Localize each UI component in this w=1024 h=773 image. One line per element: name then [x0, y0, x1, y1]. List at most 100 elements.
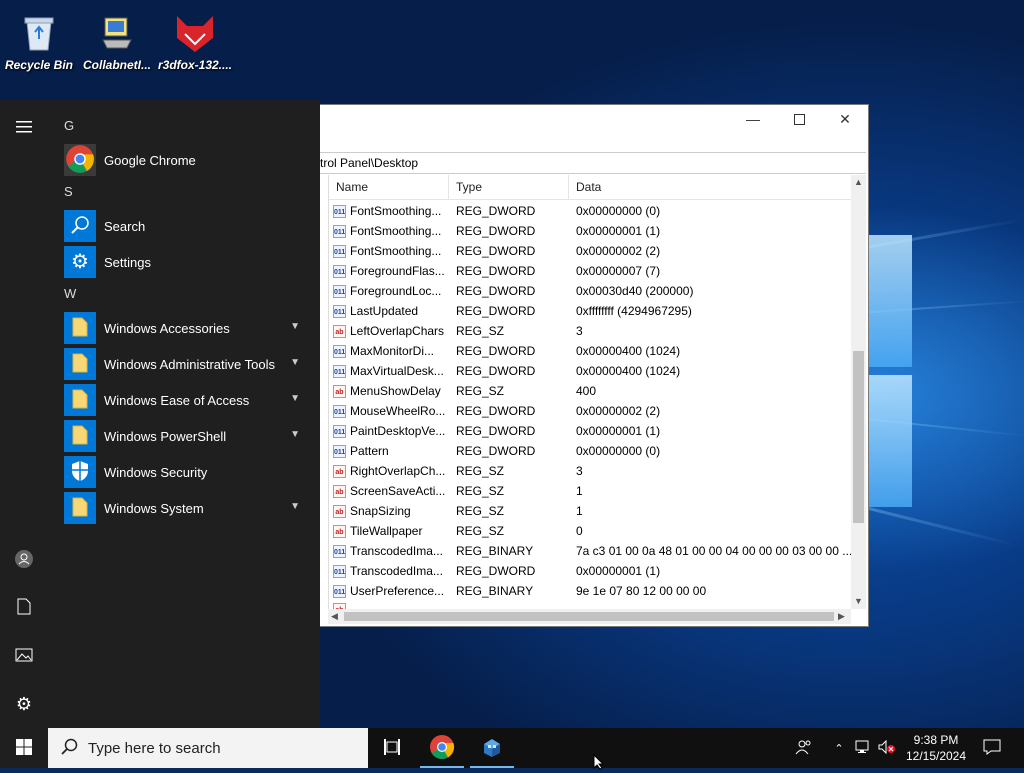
value-data-cell: 0xffffffff (4294967295): [576, 304, 692, 318]
taskbar-regedit-button[interactable]: [468, 728, 516, 768]
group-letter-s[interactable]: S: [64, 184, 73, 199]
binary-value-icon: 011: [333, 564, 346, 578]
group-letter-w[interactable]: W: [64, 286, 76, 301]
table-row[interactable]: 011 ForegroundFlas... REG_DWORD 0x00000007 …: [329, 261, 851, 281]
pictures-button[interactable]: [0, 636, 48, 676]
table-row[interactable]: 011 TranscodedIma... REG_BINARY 7a c3 01 00…: [329, 541, 851, 561]
close-button[interactable]: ✕: [822, 105, 868, 133]
table-row[interactable]: 011 MaxMonitorDi... REG_DWORD 0x00000400 (1…: [329, 341, 851, 361]
value-data-cell: 0x00000001 (1): [576, 224, 661, 238]
app-tile: [64, 348, 96, 380]
start-app-settings[interactable]: ⚙ Settings: [64, 246, 310, 278]
address-bar[interactable]: trol Panel\Desktop: [320, 152, 866, 174]
app-label: Windows Security: [104, 464, 208, 480]
string-value-icon: ab: [333, 484, 346, 498]
maximize-button[interactable]: [776, 105, 822, 133]
start-app-search[interactable]: Search: [64, 210, 310, 242]
table-row[interactable]: 011 MouseWheelRo... REG_DWORD 0x00000002 (2…: [329, 401, 851, 421]
value-name-cell: ab RightOverlapCh...: [329, 464, 449, 478]
table-row[interactable]: ab RightOverlapCh... REG_SZ 3: [329, 461, 851, 481]
column-header-type[interactable]: Type: [449, 175, 569, 199]
table-row[interactable]: 011 FontSmoothing... REG_DWORD 0x00000001 (…: [329, 221, 851, 241]
table-row[interactable]: ab SnapSizing REG_SZ 1: [329, 501, 851, 521]
table-row[interactable]: ab TileWallpaper REG_SZ 0: [329, 521, 851, 541]
gear-icon: ⚙: [15, 693, 33, 714]
table-row[interactable]: 011 Pattern REG_DWORD 0x00000000 (0): [329, 441, 851, 461]
scroll-right-icon[interactable]: ▶: [838, 611, 845, 622]
start-app-windows-accessories[interactable]: Windows Accessories ▼: [64, 312, 310, 344]
windows-logo-glow: [868, 235, 916, 515]
desktop-icon-label: Recycle Bin: [4, 58, 74, 72]
value-type-cell: REG_DWORD: [456, 344, 536, 358]
table-row[interactable]: ab ScreenSaveActi... REG_SZ 1: [329, 481, 851, 501]
value-name: LastUpdated: [350, 304, 419, 318]
start-app-windows-ease-of-access[interactable]: Windows Ease of Access ▼: [64, 384, 310, 416]
table-row[interactable]: 011 LastUpdated REG_DWORD 0xffffffff (42949…: [329, 301, 851, 321]
expand-menu-button[interactable]: [0, 108, 48, 148]
string-value-icon: ab: [333, 524, 346, 538]
minimize-icon: —: [746, 111, 760, 127]
network-button[interactable]: [852, 728, 874, 768]
start-app-windows-administrative-tools[interactable]: Windows Administrative Tools ▼: [64, 348, 310, 380]
start-app-windows-powershell[interactable]: Windows PowerShell ▼: [64, 420, 310, 452]
table-row[interactable]: 011 FontSmoothing... REG_DWORD 0x00000002 (…: [329, 241, 851, 261]
column-header-name[interactable]: Name: [329, 175, 449, 199]
chevron-down-icon[interactable]: ▼: [290, 393, 300, 404]
horizontal-scrollbar[interactable]: ◀ ▶: [328, 609, 851, 624]
chevron-down-icon[interactable]: ▼: [290, 501, 300, 512]
table-row[interactable]: ab LeftOverlapChars REG_SZ 3: [329, 321, 851, 341]
partial-row[interactable]: ab: [329, 599, 851, 609]
table-row[interactable]: 011 MaxVirtualDesk... REG_DWORD 0x00000400 …: [329, 361, 851, 381]
taskbar-search-box[interactable]: Type here to search: [48, 728, 368, 768]
start-app-windows-security[interactable]: Windows Security: [64, 456, 310, 488]
volume-button[interactable]: [876, 728, 898, 768]
settings-rail-button[interactable]: ⚙: [0, 684, 48, 724]
binary-value-icon: 011: [333, 304, 346, 318]
value-name: TranscodedIma...: [350, 544, 443, 558]
value-data-cell: 1: [576, 504, 583, 518]
value-name: TranscodedIma...: [350, 564, 443, 578]
table-row[interactable]: 011 FontSmoothing... REG_DWORD 0x00000000 (…: [329, 201, 851, 221]
desktop-icon-r3dfox[interactable]: r3dfox-132....: [156, 8, 234, 72]
value-data-cell: 0x00000000 (0): [576, 204, 661, 218]
chevron-down-icon[interactable]: ▼: [290, 321, 300, 332]
show-hidden-icons-button[interactable]: ⌃: [830, 728, 848, 768]
search-icon: [60, 738, 78, 759]
shield-icon: [70, 460, 90, 485]
desktop-icon-collabnet[interactable]: CollabnetI...: [78, 8, 156, 72]
recycle-bin-icon: [17, 10, 61, 54]
column-header-data[interactable]: Data: [569, 175, 851, 199]
scroll-up-icon[interactable]: ▲: [854, 177, 863, 187]
table-row[interactable]: 011 TranscodedIma... REG_DWORD 0x00000001 (…: [329, 561, 851, 581]
table-row[interactable]: 011 ForegroundLoc... REG_DWORD 0x00030d40 (…: [329, 281, 851, 301]
binary-value-icon: 011: [333, 424, 346, 438]
minimize-button[interactable]: —: [730, 105, 776, 133]
chevron-down-icon[interactable]: ▼: [290, 429, 300, 440]
value-type-cell: REG_DWORD: [456, 284, 536, 298]
value-name: Pattern: [350, 444, 389, 458]
group-letter-g[interactable]: G: [64, 118, 74, 133]
desktop-icon-recycle-bin[interactable]: Recycle Bin: [0, 8, 78, 72]
clock[interactable]: 9:38 PM 12/15/2024: [898, 732, 974, 764]
action-center-button[interactable]: [980, 728, 1004, 768]
value-data-cell: 0x00000002 (2): [576, 244, 661, 258]
taskbar-chrome-button[interactable]: [418, 728, 466, 768]
scroll-left-icon[interactable]: ◀: [331, 611, 338, 622]
vertical-scroll-thumb[interactable]: [853, 351, 864, 523]
table-row[interactable]: 011 UserPreference... REG_BINARY 9e 1e 07 8…: [329, 581, 851, 601]
title-bar[interactable]: — ✕: [320, 105, 868, 151]
horizontal-scroll-thumb[interactable]: [344, 612, 834, 621]
start-app-windows-system[interactable]: Windows System ▼: [64, 492, 310, 524]
start-app-google-chrome[interactable]: Google Chrome: [64, 144, 310, 176]
task-view-button[interactable]: [368, 728, 416, 768]
account-button[interactable]: [0, 540, 48, 580]
table-row[interactable]: 011 PaintDesktopVe... REG_DWORD 0x00000001 …: [329, 421, 851, 441]
start-rail: ⚙: [0, 100, 48, 728]
chevron-down-icon[interactable]: ▼: [290, 357, 300, 368]
scroll-down-icon[interactable]: ▼: [854, 596, 863, 606]
vertical-scrollbar[interactable]: ▲ ▼: [851, 175, 866, 609]
documents-button[interactable]: [0, 588, 48, 628]
start-button[interactable]: [0, 728, 48, 768]
people-button[interactable]: [790, 728, 818, 768]
table-row[interactable]: ab MenuShowDelay REG_SZ 400: [329, 381, 851, 401]
